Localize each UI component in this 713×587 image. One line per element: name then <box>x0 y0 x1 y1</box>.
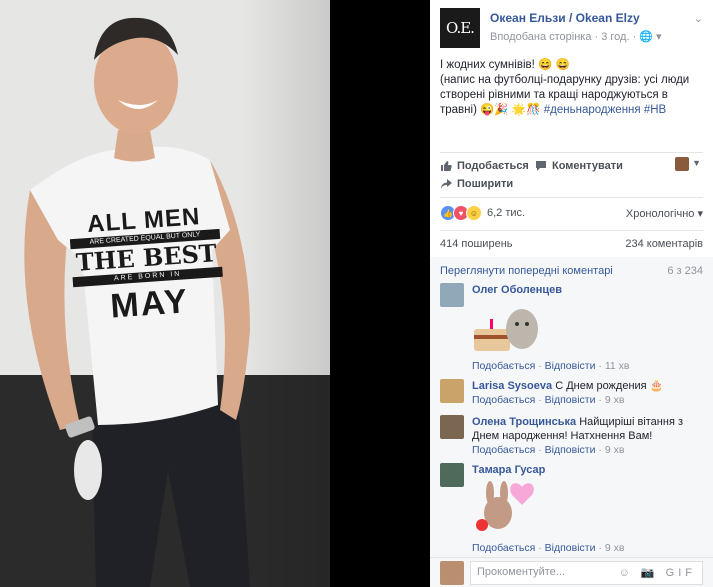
comment-author[interactable]: Олег Оболенцев <box>472 283 703 297</box>
post-hashtags[interactable]: #деньнародження #НВ <box>544 104 666 116</box>
comment-body: Олена Трощинська Найщиріші вітання з Дне… <box>472 415 703 457</box>
comments-section: Переглянути попередні коментарі 6 з 234 … <box>430 257 713 557</box>
comment-author[interactable]: Larisa Sysoeva <box>472 380 552 392</box>
comment-reply-link[interactable]: Відповісти <box>545 360 596 372</box>
comment-footer: Подобається · Відповісти · 9 хв <box>472 542 625 554</box>
page-name-link[interactable]: Океан Ельзи / Okean Elzy <box>490 11 640 25</box>
comment-like-link[interactable]: Подобається <box>472 444 535 456</box>
post-text: І жодних сумнівів! 😄 😄 (напис на футболц… <box>440 58 702 118</box>
like-button-label: Подобається <box>457 160 529 172</box>
share-button[interactable]: Поширити <box>440 178 513 190</box>
comment-avatar[interactable] <box>440 463 464 487</box>
photo-letterbox <box>330 0 430 587</box>
comment-text: С Днем рождения 🎂 <box>555 380 664 392</box>
comments-pager: 6 з 234 <box>667 265 703 277</box>
comment-sort-dropdown[interactable]: Хронологічно ▾ <box>626 207 703 220</box>
shirt-print: ALL MEN ARE CREATED EQUAL BUT ONLY THE B… <box>68 203 226 331</box>
comment-body: Larisa Sysoeva С Днем рождения 🎂 Подобає… <box>472 379 703 407</box>
comment-reply-link[interactable]: Відповісти <box>545 444 596 456</box>
comments-count: 234 коментарів <box>625 238 703 250</box>
composer-avatar <box>440 561 464 585</box>
birthday-cake-cat-sticker <box>474 309 538 351</box>
comment-like-link[interactable]: Подобається <box>472 360 535 372</box>
like-button[interactable]: Подобається <box>440 160 529 172</box>
comment-like-link[interactable]: Подобається <box>472 394 535 406</box>
comment-input[interactable]: Прокоментуйте... ☺ 📷 GIF <box>470 561 703 585</box>
comment-author[interactable]: Олена Трощинська <box>472 416 576 428</box>
comment-input-placeholder: Прокоментуйте... <box>477 566 565 578</box>
comment-item: Тамара Гусар Подобається · Відповісти · … <box>440 463 703 555</box>
thumbs-up-icon <box>441 161 452 171</box>
actor-avatar[interactable] <box>675 157 689 171</box>
share-button-label: Поширити <box>457 178 514 190</box>
post-panel: O.E. Океан Ельзи / Okean Elzy Вподобана … <box>430 0 713 587</box>
reactions-divider <box>440 197 703 198</box>
comment-button[interactable]: Коментувати <box>535 160 623 172</box>
post-options-chevron-icon[interactable]: ⌄ <box>694 12 703 25</box>
comment-body: Тамара Гусар Подобається · Відповісти · … <box>472 463 703 555</box>
comment-reply-link[interactable]: Відповісти <box>545 394 596 406</box>
reactions-summary[interactable]: 👍 ♥ ☺ 6,2 тис. <box>440 205 525 221</box>
comment-time: 11 хв <box>604 360 630 372</box>
comment-avatar[interactable] <box>440 415 464 439</box>
comment-item: Олег Оболенцев Подобається · Відповісти … <box>440 283 703 375</box>
composer-attachment-icons[interactable]: ☺ 📷 GIF <box>619 566 696 579</box>
comment-composer: Прокоментуйте... ☺ 📷 GIF <box>430 557 713 587</box>
haha-reaction-icon: ☺ <box>466 205 482 221</box>
reactions-count: 6,2 тис. <box>487 207 526 219</box>
comment-footer: Подобається · Відповісти · 11 хв <box>472 360 630 372</box>
actor-switch-caret-icon[interactable]: ▼ <box>692 158 701 168</box>
comment-bubble-icon <box>536 161 546 171</box>
post-text-line-1: І жодних сумнівів! 😄 😄 <box>440 59 570 71</box>
page-avatar[interactable]: O.E. <box>440 8 480 48</box>
comment-avatar[interactable] <box>440 379 464 403</box>
bunny-heart-sticker <box>476 481 534 531</box>
comment-avatar[interactable] <box>440 283 464 307</box>
comment-time: 9 хв <box>604 394 625 406</box>
comment-footer: Подобається · Відповісти · 9 хв <box>472 444 625 456</box>
stats-divider <box>440 230 703 231</box>
view-previous-comments-link[interactable]: Переглянути попередні коментарі <box>440 265 613 277</box>
comment-item: Олена Трощинська Найщиріші вітання з Дне… <box>440 415 703 459</box>
shares-count-link[interactable]: 414 поширень <box>440 238 513 250</box>
post-photo[interactable]: ALL MEN ARE CREATED EQUAL BUT ONLY THE B… <box>0 0 330 587</box>
comment-time: 9 хв <box>604 542 625 554</box>
comment-reply-link[interactable]: Відповісти <box>545 542 596 554</box>
comment-author[interactable]: Тамара Гусар <box>472 463 703 477</box>
actions-divider <box>440 152 703 153</box>
share-arrow-icon <box>441 179 452 189</box>
comment-item: Larisa Sysoeva С Днем рождения 🎂 Подобає… <box>440 379 703 409</box>
comment-like-link[interactable]: Подобається <box>472 542 535 554</box>
comment-time: 9 хв <box>604 444 625 456</box>
comment-body: Олег Оболенцев Подобається · Відповісти … <box>472 283 703 373</box>
comment-footer: Подобається · Відповісти · 9 хв <box>472 394 625 406</box>
post-meta: Вподобана сторінка · 3 год. · 🌐 ▾ <box>490 31 662 43</box>
post-header: O.E. Океан Ельзи / Okean Elzy Вподобана … <box>440 8 705 48</box>
comment-button-label: Коментувати <box>552 160 623 172</box>
